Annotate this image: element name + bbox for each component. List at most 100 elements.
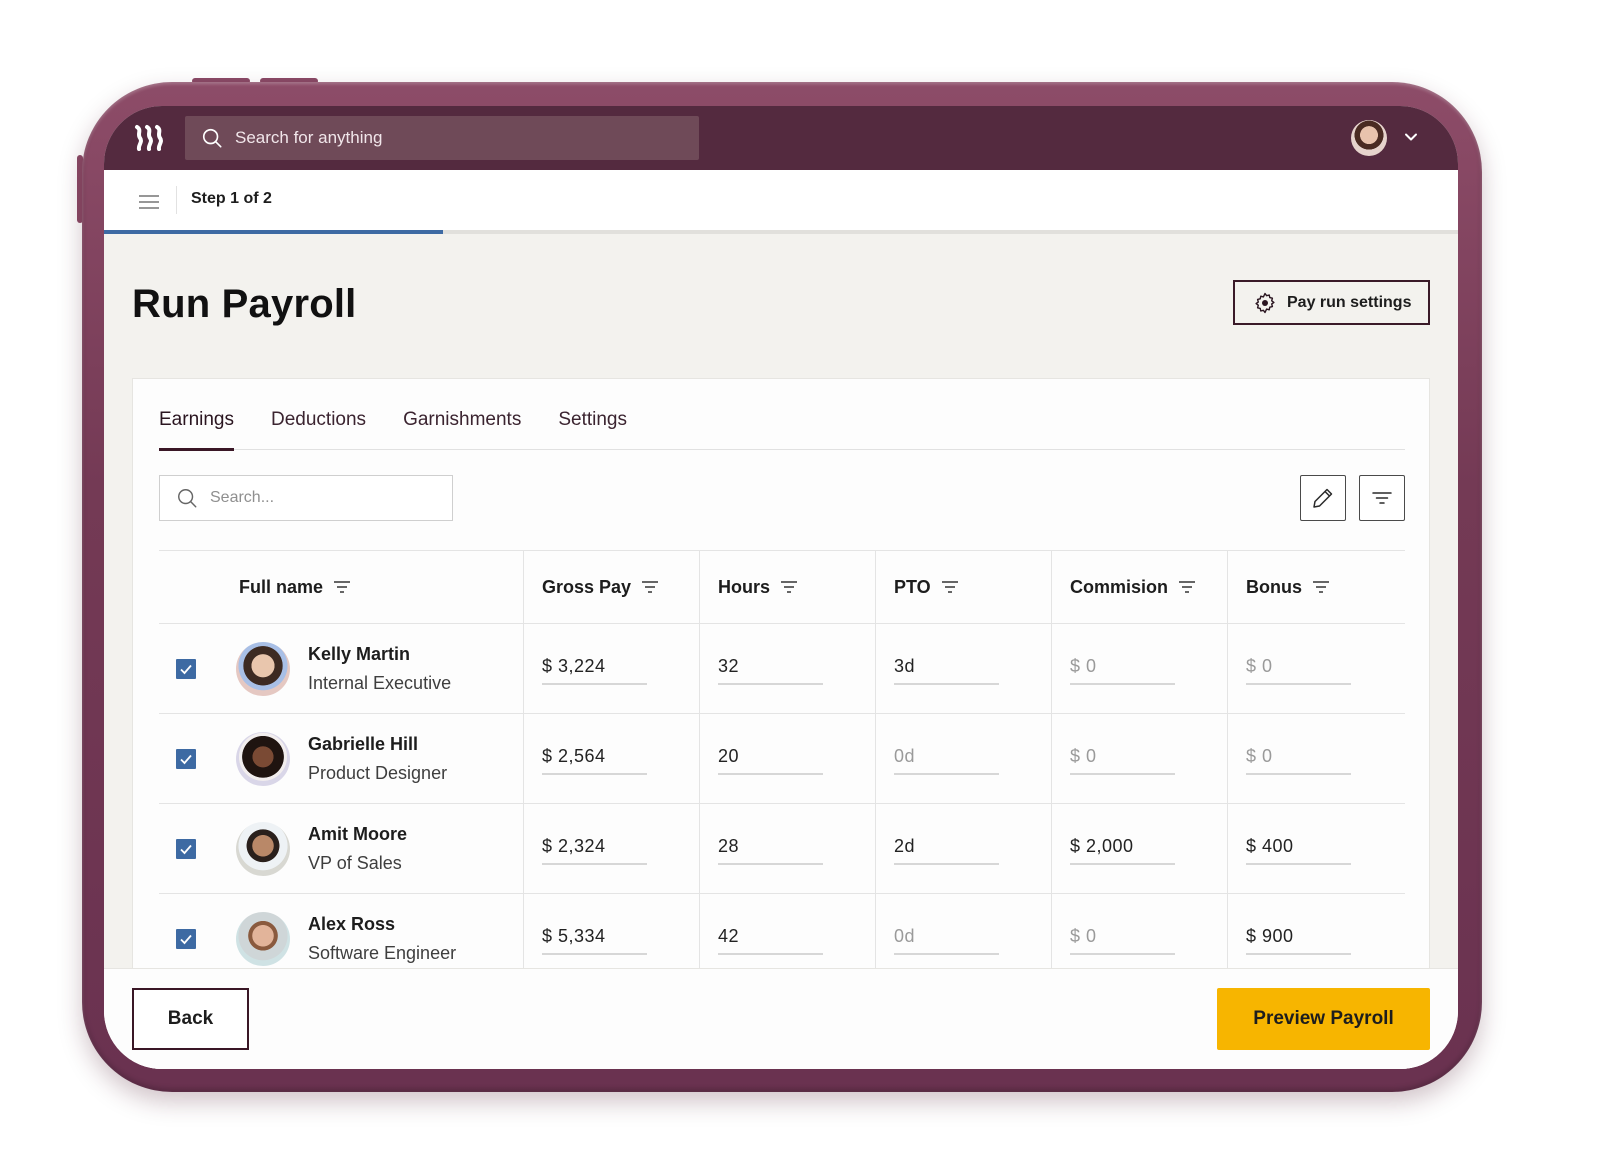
gross-pay-input[interactable]: $ 3,224 <box>542 654 647 685</box>
gross-pay-cell: $ 3,224 <box>523 624 699 713</box>
top-navigation-bar: Search for anything <box>104 106 1458 170</box>
commission-cell: $ 2,000 <box>1051 804 1227 893</box>
name-cell: Kelly Martin Internal Executive <box>159 624 523 713</box>
step-bar: Step 1 of 2 <box>104 170 1458 230</box>
avatar <box>236 822 290 876</box>
hours-cell: 20 <box>699 714 875 803</box>
employee-name: Alex Ross <box>308 914 396 934</box>
hours-input[interactable]: 28 <box>718 834 823 865</box>
checkmark-icon <box>180 754 192 765</box>
bonus-cell: $ 400 <box>1227 804 1405 893</box>
table-row: Kelly Martin Internal Executive $ 3,224 … <box>159 624 1405 714</box>
checkmark-icon <box>180 664 192 675</box>
avatar <box>236 912 290 966</box>
gross-pay-input[interactable]: $ 2,564 <box>542 744 647 775</box>
pto-input[interactable]: 0d <box>894 744 999 775</box>
pto-cell: 3d <box>875 624 1051 713</box>
name-cell: Amit Moore VP of Sales <box>159 804 523 893</box>
global-search-placeholder: Search for anything <box>235 128 383 147</box>
commission-cell: $ 0 <box>1051 624 1227 713</box>
sort-filter-icon[interactable] <box>941 580 959 594</box>
checkmark-icon <box>180 934 192 945</box>
pto-input[interactable]: 2d <box>894 834 999 865</box>
hamburger-menu-icon[interactable] <box>138 194 160 210</box>
step-progress-bar <box>104 230 1458 234</box>
commission-input[interactable]: $ 0 <box>1070 654 1175 685</box>
gross-pay-cell: $ 2,324 <box>523 804 699 893</box>
pto-cell: 2d <box>875 804 1051 893</box>
employee-title: VP of Sales <box>308 853 402 873</box>
tab-earnings[interactable]: Earnings <box>159 407 234 451</box>
hours-input[interactable]: 20 <box>718 744 823 775</box>
hours-cell: 32 <box>699 624 875 713</box>
payroll-card: Earnings Deductions Garnishments Setting… <box>132 378 1430 1069</box>
gross-pay-cell: $ 2,564 <box>523 714 699 803</box>
search-icon <box>178 489 197 508</box>
preview-payroll-button[interactable]: Preview Payroll <box>1217 988 1430 1050</box>
employee-title: Software Engineer <box>308 943 457 963</box>
commission-input[interactable]: $ 0 <box>1070 924 1175 955</box>
step-progress-fill <box>104 230 443 234</box>
table-row: Gabrielle Hill Product Designer $ 2,564 … <box>159 714 1405 804</box>
bonus-input[interactable]: $ 400 <box>1246 834 1351 865</box>
table-row: Amit Moore VP of Sales $ 2,324 28 2d $ 2… <box>159 804 1405 894</box>
back-button[interactable]: Back <box>132 988 249 1050</box>
pto-cell: 0d <box>875 714 1051 803</box>
sort-filter-icon[interactable] <box>780 580 798 594</box>
sort-filter-icon[interactable] <box>1312 580 1330 594</box>
gross-pay-input[interactable]: $ 5,334 <box>542 924 647 955</box>
chevron-down-icon[interactable] <box>1404 130 1418 144</box>
employee-name: Kelly Martin <box>308 644 411 664</box>
employee-name: Amit Moore <box>308 824 407 844</box>
employee-title: Product Designer <box>308 763 448 783</box>
pto-input[interactable]: 3d <box>894 654 999 685</box>
tab-bar: Earnings Deductions Garnishments Setting… <box>159 407 1405 451</box>
column-header-bonus[interactable]: Bonus <box>1227 551 1405 623</box>
edit-button[interactable] <box>1300 475 1346 521</box>
employee-title: Internal Executive <box>308 673 452 693</box>
earnings-table: Full name Gross Pay Hours PTO Commision … <box>159 550 1405 984</box>
bonus-cell: $ 0 <box>1227 714 1405 803</box>
pto-input[interactable]: 0d <box>894 924 999 955</box>
commission-input[interactable]: $ 0 <box>1070 744 1175 775</box>
row-checkbox[interactable] <box>176 929 196 949</box>
sort-filter-icon[interactable] <box>641 580 659 594</box>
hours-input[interactable]: 32 <box>718 654 823 685</box>
column-header-pto[interactable]: PTO <box>875 551 1051 623</box>
column-header-gross-pay[interactable]: Gross Pay <box>523 551 699 623</box>
hours-cell: 28 <box>699 804 875 893</box>
column-header-hours[interactable]: Hours <box>699 551 875 623</box>
row-checkbox[interactable] <box>176 659 196 679</box>
table-search-input[interactable]: Search... <box>159 475 453 521</box>
tab-garnishments[interactable]: Garnishments <box>403 407 521 450</box>
rippling-logo-icon[interactable] <box>134 124 166 152</box>
bonus-input[interactable]: $ 0 <box>1246 654 1351 685</box>
pay-run-settings-label: Pay run settings <box>1287 293 1412 311</box>
footer-action-bar: Back Preview Payroll <box>104 968 1458 1069</box>
tab-settings[interactable]: Settings <box>558 407 627 450</box>
bonus-input[interactable]: $ 900 <box>1246 924 1351 955</box>
column-header-commission[interactable]: Commision <box>1051 551 1227 623</box>
avatar <box>236 642 290 696</box>
pay-run-settings-button[interactable]: Pay run settings <box>1233 280 1430 325</box>
filter-button[interactable] <box>1359 475 1405 521</box>
gross-pay-input[interactable]: $ 2,324 <box>542 834 647 865</box>
tablet-device-frame: Search for anything Step 1 of 2 Run Payr… <box>82 82 1482 1092</box>
bonus-input[interactable]: $ 0 <box>1246 744 1351 775</box>
divider <box>176 186 177 214</box>
column-header-full-name[interactable]: Full name <box>159 551 523 623</box>
row-checkbox[interactable] <box>176 749 196 769</box>
hours-input[interactable]: 42 <box>718 924 823 955</box>
gear-icon <box>1255 292 1275 313</box>
table-search-placeholder: Search... <box>210 489 275 506</box>
sort-filter-icon[interactable] <box>1178 580 1196 594</box>
global-search-input[interactable]: Search for anything <box>185 116 699 160</box>
row-checkbox[interactable] <box>176 839 196 859</box>
commission-input[interactable]: $ 2,000 <box>1070 834 1175 865</box>
bonus-cell: $ 0 <box>1227 624 1405 713</box>
commission-cell: $ 0 <box>1051 714 1227 803</box>
sort-filter-icon[interactable] <box>333 580 351 594</box>
search-icon <box>202 128 222 148</box>
tab-deductions[interactable]: Deductions <box>271 407 366 450</box>
user-avatar[interactable] <box>1351 120 1387 156</box>
